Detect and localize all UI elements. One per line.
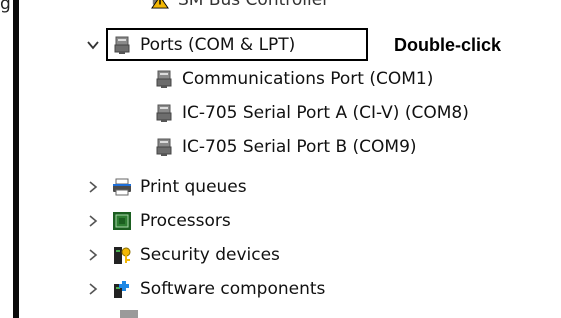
port-connector-icon	[154, 103, 174, 123]
expand-chevron-icon[interactable]	[86, 248, 100, 262]
security-device-icon	[112, 245, 132, 265]
expand-chevron-icon[interactable]	[86, 214, 100, 228]
tree-item-label: IC-705 Serial Port A (CI-V) (COM8)	[182, 103, 469, 123]
tree-item-security-devices[interactable]: Security devices	[112, 238, 280, 272]
tree-item-label: Security devices	[140, 245, 280, 265]
device-tree: Ports (COM & LPT) Double-click Communica…	[82, 0, 561, 318]
double-click-annotation: Double-click	[394, 35, 502, 55]
tree-item-label: Communications Port (COM1)	[182, 69, 434, 89]
window-border-bar	[13, 0, 19, 318]
partial-next-item-icon	[120, 310, 138, 318]
window-left-edge: g	[0, 0, 13, 318]
tree-item-label: Print queues	[140, 177, 247, 197]
printer-icon	[112, 177, 132, 197]
tree-item-com8[interactable]: IC-705 Serial Port A (CI-V) (COM8)	[154, 96, 469, 130]
tree-item-com9[interactable]: IC-705 Serial Port B (COM9)	[154, 130, 417, 164]
tree-item-label: IC-705 Serial Port B (COM9)	[182, 137, 417, 157]
port-connector-icon	[154, 137, 174, 157]
expand-chevron-icon[interactable]	[86, 282, 100, 296]
highlight-box	[106, 28, 368, 61]
tree-item-processors[interactable]: Processors	[112, 204, 231, 238]
tree-item-software-components[interactable]: Software components	[112, 272, 325, 306]
software-component-icon	[112, 279, 132, 299]
tree-item-print-queues[interactable]: Print queues	[112, 170, 247, 204]
port-connector-icon	[154, 69, 174, 89]
tree-item-label: Processors	[140, 211, 231, 231]
expand-chevron-icon[interactable]	[86, 180, 100, 194]
collapse-chevron-icon[interactable]	[86, 38, 100, 52]
tree-item-label: Software components	[140, 279, 326, 299]
cut-off-text-fragment: g	[0, 0, 11, 14]
processor-icon	[112, 211, 132, 231]
tree-item-com1[interactable]: Communications Port (COM1)	[154, 62, 433, 96]
